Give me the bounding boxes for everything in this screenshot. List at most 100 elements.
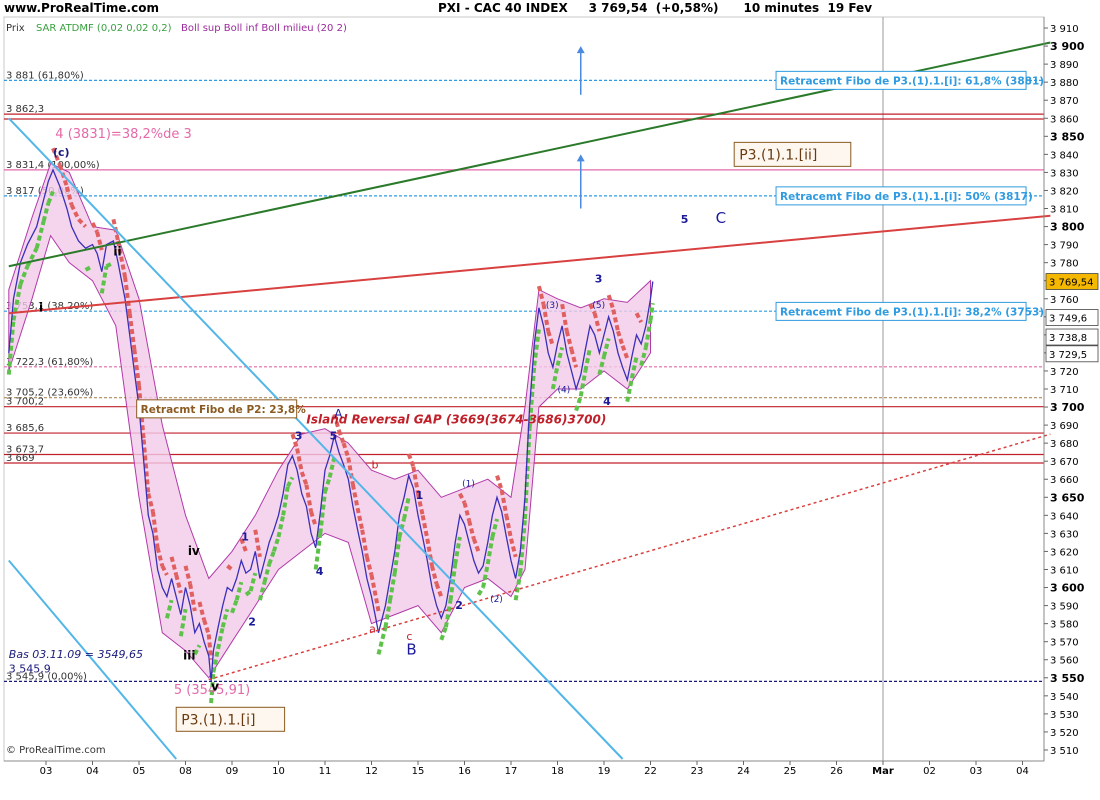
legend-sar: SAR ATDMF (0,02 0,02 0,2)	[36, 23, 172, 34]
y-tick-label: 3 610	[1050, 565, 1079, 576]
y-tick-label: 3 520	[1050, 728, 1079, 739]
wave-annotation: v	[211, 679, 219, 693]
wave-annotation: Bas 03.11.09 = 3549,65	[9, 648, 143, 661]
x-tick-label: 26	[830, 766, 843, 777]
wave-annotation: A	[334, 407, 343, 421]
x-tick-label: 04	[1016, 766, 1029, 777]
wave-annotation: iv	[188, 544, 200, 558]
wave-annotation: (5)	[592, 301, 605, 311]
x-tick-label: 12	[365, 766, 378, 777]
x-tick-label: 24	[737, 766, 750, 777]
x-tick-label: 05	[133, 766, 146, 777]
x-tick-label: 02	[923, 766, 936, 777]
x-tick-label: 22	[644, 766, 657, 777]
wave-annotation: 1	[241, 531, 249, 544]
y-tick-label: 3 830	[1050, 168, 1079, 179]
level-label: 3 700,2	[6, 397, 44, 408]
x-tick-label: 19	[598, 766, 611, 777]
y-tick-label: 3 910	[1050, 24, 1079, 35]
y-tick-label: 3 760	[1050, 295, 1079, 306]
wave-annotation: i	[39, 300, 43, 314]
x-tick-label: 23	[691, 766, 704, 777]
fibo-box-label: Retracemt Fibo de P3.(1).1.[i]: 38,2% (3…	[780, 306, 1044, 318]
legend-bollinger: Boll sup Boll inf Boll milieu (20 2)	[181, 23, 347, 34]
y-tick-label: 3 640	[1050, 511, 1079, 522]
price-chart[interactable]: Prix SAR ATDMF (0,02 0,02 0,2) Boll sup …	[0, 0, 1100, 800]
x-tick-label: 03	[40, 766, 53, 777]
y-tick-label: 3 810	[1050, 205, 1079, 216]
wave-annotation: a	[369, 623, 376, 636]
copyright: © ProRealTime.com	[6, 745, 106, 756]
wave-annotation: 3	[295, 430, 303, 443]
y-tick-label: 3 890	[1050, 60, 1079, 71]
x-tick-label: 04	[86, 766, 99, 777]
y-tick-label: 3 530	[1050, 710, 1079, 721]
price-tag-label: 3 769,54	[1049, 278, 1094, 289]
wave-annotation: 1	[416, 489, 424, 502]
wave-annotation: 4 (3831)=38,2%de 3	[55, 127, 191, 142]
x-tick-label: 10	[272, 766, 285, 777]
y-tick-label: 3 540	[1050, 692, 1079, 703]
x-tick-label: Mar	[872, 766, 894, 777]
y-tick-label: 3 690	[1050, 421, 1079, 432]
x-tick-label: 09	[226, 766, 239, 777]
legend-prix: Prix	[6, 23, 25, 34]
y-tick-label: 3 550	[1050, 672, 1085, 685]
y-tick-label: 3 800	[1050, 221, 1085, 234]
wave-annotation: ii	[113, 244, 121, 258]
wave-annotation: 5	[681, 213, 689, 226]
y-tick-label: 3 590	[1050, 602, 1079, 613]
y-tick-label: 3 850	[1050, 130, 1085, 143]
x-tick-label: 03	[970, 766, 983, 777]
level-label: 3 669	[6, 453, 35, 464]
y-tick-label: 3 710	[1050, 385, 1079, 396]
fibo-box-label: Retracemt Fibo de P3.(1).1.[i]: 61,8% (3…	[780, 75, 1044, 87]
x-tick-label: 17	[505, 766, 518, 777]
y-tick-label: 3 660	[1050, 475, 1079, 486]
y-tick-label: 3 820	[1050, 186, 1079, 197]
y-tick-label: 3 700	[1050, 401, 1085, 414]
wave-annotation: (2)	[490, 595, 503, 605]
fibo-box-label: Retracemt Fibo de P3.(1).1.[i]: 50% (381…	[780, 191, 1033, 203]
price-tag-label: 3 749,6	[1049, 314, 1087, 325]
y-tick-label: 3 570	[1050, 638, 1079, 649]
wave-annotation: 2	[455, 599, 463, 612]
y-tick-label: 3 720	[1050, 367, 1079, 378]
wave-annotation: 4	[603, 395, 611, 408]
x-tick-label: 25	[784, 766, 797, 777]
wave-annotation: 2	[248, 615, 256, 628]
x-tick-label: 08	[179, 766, 192, 777]
level-label: 3 722,3 (61,80%)	[6, 357, 93, 368]
level-label: 3 685,6	[6, 423, 44, 434]
x-tick-label: 15	[412, 766, 425, 777]
y-tick-label: 3 870	[1050, 96, 1079, 107]
y-tick-label: 3 790	[1050, 241, 1079, 252]
y-tick-label: 3 670	[1050, 457, 1079, 468]
price-tag-label: 3 729,5	[1049, 350, 1087, 361]
wave-annotation: iii	[183, 649, 195, 663]
y-tick-label: 3 600	[1050, 582, 1085, 595]
wave-annotation: Island Reversal GAP (3669(3674-3686)3700…	[306, 412, 606, 426]
wave-annotation: 3	[595, 273, 603, 286]
fibo-box-label: Retracmt Fibo de P2: 23,8%	[141, 404, 307, 416]
y-tick-label: 3 780	[1050, 259, 1079, 270]
wave-annotation: B	[406, 640, 416, 658]
wave-annotation: (3)	[546, 301, 559, 311]
wave-annotation: b	[372, 458, 379, 471]
level-label: 3 881 (61,80%)	[6, 70, 84, 81]
wave-annotation: (1)	[462, 479, 475, 489]
wave-box-label: P3.(1).1.[ii]	[739, 147, 817, 163]
y-tick-label: 3 560	[1050, 656, 1079, 667]
level-label: 3 862,3	[6, 104, 44, 115]
y-tick-label: 3 880	[1050, 78, 1079, 89]
wave-annotation: (4)	[558, 386, 571, 396]
wave-annotation: 5	[330, 430, 338, 443]
y-tick-label: 3 860	[1050, 114, 1079, 125]
y-tick-label: 3 620	[1050, 547, 1079, 558]
y-tick-label: 3 630	[1050, 529, 1079, 540]
wave-annotation: C	[716, 209, 726, 227]
y-tick-label: 3 900	[1050, 40, 1085, 53]
x-tick-label: 18	[551, 766, 564, 777]
wave-box-label: P3.(1).1.[i]	[181, 712, 255, 728]
y-tick-label: 3 840	[1050, 150, 1079, 161]
